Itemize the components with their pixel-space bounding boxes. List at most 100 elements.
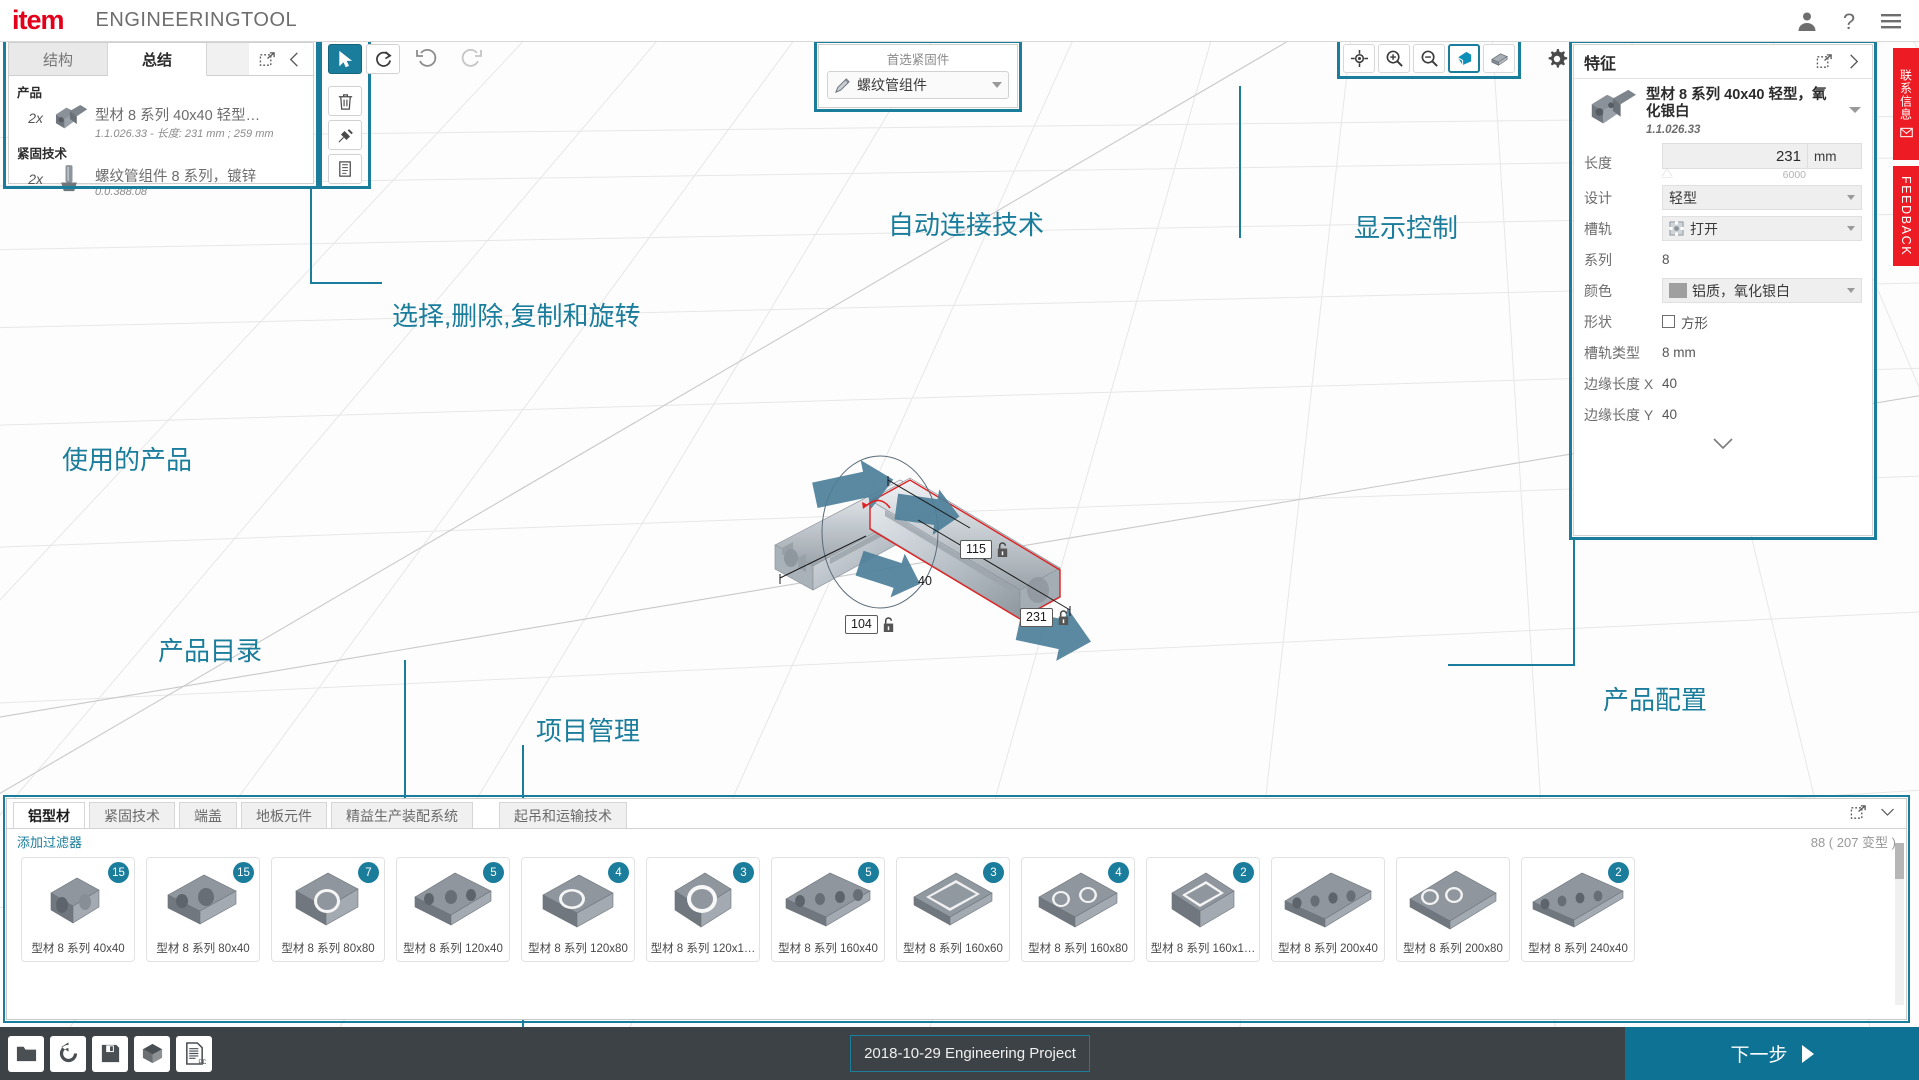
catalog-item[interactable]: 型材 8 系列 160x1… 2 [1146, 857, 1260, 962]
groove-select[interactable]: 打开 [1662, 216, 1862, 241]
catalog-tab-end-caps[interactable]: 端盖 [179, 802, 237, 828]
annotation-leader-config [1573, 540, 1575, 666]
zoom-out-button[interactable] [1413, 44, 1445, 73]
chevron-left-icon[interactable] [286, 51, 303, 68]
catalog-item[interactable]: 型材 8 系列 160x60 3 [896, 857, 1010, 962]
length-input[interactable]: 231 [1662, 143, 1808, 169]
svg-text:?: ? [1843, 9, 1855, 33]
catalog-item[interactable]: 型材 8 系列 160x80 4 [1021, 857, 1135, 962]
tab-summary[interactable]: 总结 [108, 43, 208, 76]
menu-icon[interactable] [1879, 9, 1903, 33]
bom-row[interactable]: 2x 型材 8 系列 40x40 轻型… 1.1.026.33 - 长度: 23… [17, 102, 307, 141]
shaded-view-button[interactable] [1483, 44, 1515, 73]
catalog-item[interactable]: 型材 8 系列 120x40 5 [396, 857, 510, 962]
feature-panel-title: 特征 [1584, 55, 1617, 73]
catalog-tab-floor-elements[interactable]: 地板元件 [241, 802, 327, 828]
catalog-item-name: 型材 8 系列 240x40 [1528, 943, 1628, 955]
property-row-edge-y: 边缘长度 Y 40 [1574, 399, 1872, 430]
contact-info-tab[interactable]: 联系信息 [1893, 48, 1919, 160]
catalog-item-thumb [1397, 858, 1509, 940]
bom-item-name: 型材 8 系列 40x40 轻型… [95, 108, 261, 124]
series-value: 8 [1662, 252, 1670, 267]
next-step-button[interactable]: 下一步 [1625, 1027, 1919, 1080]
dimension-label-231[interactable]: 231 [1020, 608, 1071, 627]
perspective-view-button[interactable] [1448, 44, 1480, 73]
help-icon[interactable]: ? [1837, 9, 1861, 33]
copy-tool-button[interactable] [328, 154, 362, 184]
property-label: 边缘长度 X [1584, 375, 1654, 392]
popout-icon[interactable] [1816, 53, 1833, 70]
undo-button[interactable] [412, 44, 442, 72]
feedback-tab[interactable]: FEEDBACK [1893, 166, 1919, 266]
property-row-color: 颜色 铝质，氧化银白 [1574, 275, 1872, 306]
color-select[interactable]: 铝质，氧化银白 [1662, 278, 1862, 303]
fit-view-button[interactable] [1343, 44, 1375, 73]
connect-tool-button[interactable] [328, 120, 362, 150]
preferred-fastener-select[interactable]: 螺纹管组件 [827, 71, 1009, 99]
chevron-down-icon [992, 82, 1002, 88]
select-tool-button[interactable] [328, 44, 362, 74]
chevron-right-icon[interactable] [1845, 53, 1862, 70]
user-icon[interactable] [1795, 9, 1819, 33]
unlock-icon[interactable] [881, 616, 896, 633]
catalog-item[interactable]: 型材 8 系列 80x40 15 [146, 857, 260, 962]
catalog-item-name: 型材 8 系列 120x40 [403, 943, 503, 955]
export-pdf-button[interactable]: PDF [176, 1035, 212, 1072]
project-name-field[interactable]: 2018-10-29 Engineering Project [850, 1035, 1090, 1072]
chevron-down-icon[interactable] [1879, 804, 1896, 821]
delete-tool-button[interactable] [328, 86, 362, 116]
slider-handle[interactable] [1662, 169, 1672, 177]
unlock-icon[interactable] [1056, 609, 1071, 626]
catalog-item-name: 型材 8 系列 200x80 [1403, 943, 1503, 955]
feature-product-dropdown[interactable] [1846, 101, 1864, 124]
catalog-item[interactable]: 型材 8 系列 200x80 [1396, 857, 1510, 962]
profile-assembly-model[interactable] [770, 440, 1170, 680]
rotate-tool-wrap [366, 44, 400, 74]
reset-button[interactable] [50, 1035, 86, 1072]
tab-structure[interactable]: 结构 [9, 43, 109, 75]
length-slider[interactable]: 6000 [1662, 169, 1862, 182]
catalog-scrollbar[interactable] [1895, 843, 1904, 1005]
export-3d-button[interactable] [134, 1035, 170, 1072]
add-filter-link[interactable]: 添加过滤器 [17, 832, 82, 851]
catalog-tab-lifting-transport[interactable]: 起吊和运输技术 [499, 802, 627, 828]
catalog-item-name: 型材 8 系列 120x1… [650, 943, 756, 955]
catalog-scrollbar-thumb[interactable] [1895, 843, 1904, 879]
popout-icon[interactable] [1850, 804, 1867, 821]
catalog-tab-lean-production[interactable]: 精益生产装配系统 [331, 802, 473, 828]
catalog-item[interactable]: 型材 8 系列 240x40 2 [1521, 857, 1635, 962]
redo-button[interactable] [456, 44, 486, 72]
catalog-item[interactable]: 型材 8 系列 200x40 [1271, 857, 1385, 962]
design-select[interactable]: 轻型 [1662, 185, 1862, 210]
catalog-item[interactable]: 型材 8 系列 40x40 15 [21, 857, 135, 962]
settings-button[interactable] [1541, 44, 1573, 73]
rotate-tool-button[interactable] [366, 44, 400, 74]
dimension-label-104[interactable]: 104 [845, 615, 896, 634]
chevron-down-icon [1847, 226, 1855, 231]
popout-icon[interactable] [259, 51, 276, 68]
feature-product-code: 1.1.026.33 [1646, 124, 1701, 137]
unlock-icon[interactable] [995, 541, 1010, 558]
dimension-value: 231 [1020, 608, 1053, 627]
dimension-plain-40: 40 [918, 574, 932, 588]
catalog-item[interactable]: 型材 8 系列 80x80 7 [271, 857, 385, 962]
feature-expand-button[interactable] [1574, 430, 1872, 460]
dimension-label-115[interactable]: 115 [960, 540, 1010, 559]
catalog-item-thumb [1272, 858, 1384, 940]
length-unit-select[interactable]: mm [1808, 143, 1862, 169]
open-project-button[interactable] [8, 1035, 44, 1072]
catalog-tab-fastening[interactable]: 紧固技术 [89, 802, 175, 828]
bom-row[interactable]: 2x 螺纹管组件 8 系列，镀锌 0.0.388.08 [17, 163, 307, 198]
catalog-item[interactable]: 型材 8 系列 120x80 4 [521, 857, 635, 962]
view-toolbar [1337, 38, 1521, 79]
catalog-item-name: 型材 8 系列 160x60 [903, 943, 1003, 955]
shape-checkbox[interactable]: 方形 [1662, 312, 1862, 332]
catalog-item[interactable]: 型材 8 系列 120x1… 3 [646, 857, 760, 962]
save-button[interactable] [92, 1035, 128, 1072]
catalog-item[interactable]: 型材 8 系列 160x40 5 [771, 857, 885, 962]
feature-product-name: 型材 8 系列 40x40 轻型，氧化银白 [1646, 87, 1827, 121]
zoom-in-button[interactable] [1378, 44, 1410, 73]
catalog-tab-aluminium-profiles[interactable]: 铝型材 [13, 802, 85, 828]
groove-value: 打开 [1690, 220, 1718, 237]
undo-icon [416, 48, 437, 67]
